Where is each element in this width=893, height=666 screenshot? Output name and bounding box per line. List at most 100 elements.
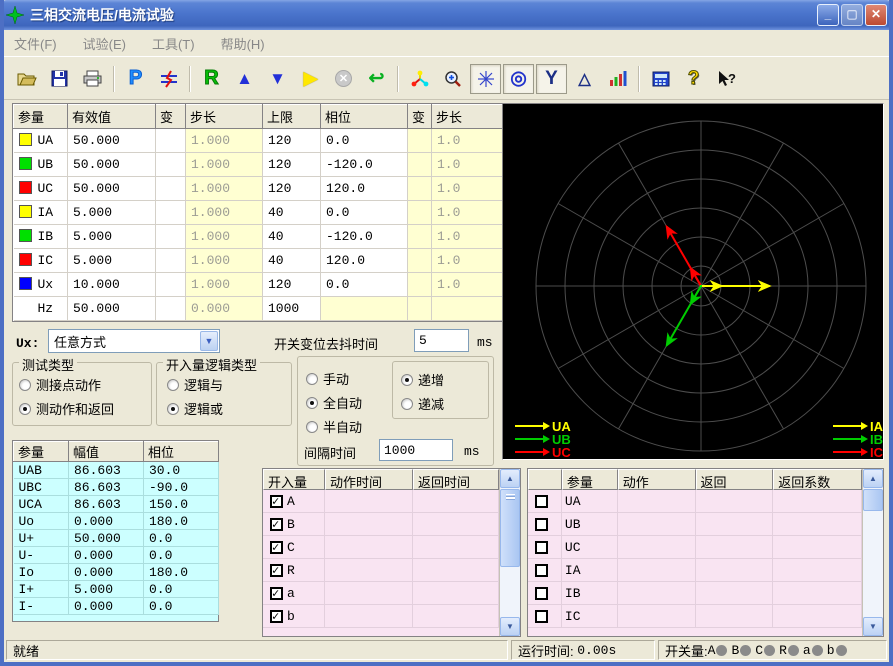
- table-row[interactable]: UC: [528, 536, 862, 559]
- var1-cell[interactable]: [156, 249, 186, 273]
- col-header-amp[interactable]: 幅值: [69, 442, 144, 462]
- checkbox[interactable]: [535, 541, 548, 554]
- scroll-down-icon[interactable]: ▼: [863, 617, 883, 636]
- scroll-up-icon[interactable]: ▲: [500, 469, 520, 488]
- checkbox[interactable]: [270, 587, 283, 600]
- radio-icon[interactable]: [401, 398, 413, 410]
- fault-simulation-button[interactable]: [153, 64, 184, 94]
- step1-cell[interactable]: 0.000: [186, 297, 263, 321]
- col-header-param[interactable]: 参量: [562, 469, 618, 490]
- var2-cell[interactable]: [408, 225, 432, 249]
- table-row[interactable]: B: [263, 513, 499, 536]
- var2-cell[interactable]: [408, 177, 432, 201]
- scrollbar[interactable]: ▲ ▼: [499, 469, 520, 636]
- step1-cell[interactable]: 1.000: [186, 273, 263, 297]
- limit-cell[interactable]: 40: [263, 249, 321, 273]
- scrollbar-thumb[interactable]: [863, 489, 883, 511]
- menu-help[interactable]: 帮助(H): [221, 34, 265, 53]
- checkbox[interactable]: [535, 495, 548, 508]
- radio-icon[interactable]: [19, 403, 31, 415]
- scrollbar-track[interactable]: [863, 512, 883, 617]
- radio-logic-and[interactable]: 逻辑与: [167, 375, 223, 394]
- menu-tools[interactable]: 工具(T): [152, 34, 195, 53]
- checkbox[interactable]: [535, 610, 548, 623]
- checkbox[interactable]: [535, 587, 548, 600]
- table-row[interactable]: b: [263, 605, 499, 628]
- stop-button[interactable]: ✕: [328, 64, 359, 94]
- col-header-var1[interactable]: 变: [156, 105, 186, 129]
- col-header-coef[interactable]: 返回系数: [773, 469, 862, 490]
- table-row[interactable]: IC: [528, 605, 862, 628]
- step1-cell[interactable]: 1.000: [186, 153, 263, 177]
- menu-file[interactable]: 文件(F): [14, 34, 57, 53]
- phase-p-button[interactable]: P: [120, 64, 151, 94]
- ux-mode-combobox[interactable]: 任意方式 ▼: [48, 329, 220, 353]
- phase-cell[interactable]: 0.0: [321, 201, 408, 225]
- radio-icon[interactable]: [306, 421, 318, 433]
- minimize-button[interactable]: _: [817, 4, 839, 26]
- var2-cell[interactable]: [408, 153, 432, 177]
- table-row[interactable]: UA: [528, 490, 862, 513]
- limit-cell[interactable]: 120: [263, 273, 321, 297]
- col-header-param[interactable]: 参量: [14, 105, 68, 129]
- scroll-down-icon[interactable]: ▼: [500, 617, 520, 636]
- print-button[interactable]: [77, 64, 108, 94]
- calculator-button[interactable]: [645, 64, 676, 94]
- rms-cell[interactable]: 5.000: [68, 249, 156, 273]
- harmonics-button[interactable]: [602, 64, 633, 94]
- checkbox[interactable]: [270, 541, 283, 554]
- radio-icon[interactable]: [167, 403, 179, 415]
- raise-button[interactable]: ▲: [229, 64, 260, 94]
- var2-cell[interactable]: [408, 273, 432, 297]
- step2-cell[interactable]: 1.0: [432, 249, 505, 273]
- interval-input[interactable]: [379, 439, 453, 461]
- col-header-check[interactable]: [528, 469, 562, 490]
- radio-contact-action[interactable]: 测接点动作: [19, 375, 101, 394]
- radio-decrement[interactable]: 递减: [401, 394, 444, 413]
- lower-button[interactable]: ▼: [262, 64, 293, 94]
- menu-test[interactable]: 试验(E): [83, 34, 126, 53]
- table-row[interactable]: IB: [528, 582, 862, 605]
- col-header-step1[interactable]: 步长: [186, 105, 263, 129]
- table-row[interactable]: R: [263, 559, 499, 582]
- radio-icon[interactable]: [167, 379, 179, 391]
- phase-cell[interactable]: [321, 297, 408, 321]
- limit-cell[interactable]: 120: [263, 153, 321, 177]
- wye-connection-button[interactable]: Y: [536, 64, 567, 94]
- phase-cell[interactable]: 0.0: [321, 129, 408, 153]
- reset-r-button[interactable]: R: [196, 64, 227, 94]
- var2-cell[interactable]: [408, 249, 432, 273]
- table-row[interactable]: IA: [528, 559, 862, 582]
- checkbox[interactable]: [535, 518, 548, 531]
- circles-view-button[interactable]: ◎: [503, 64, 534, 94]
- phase-cell[interactable]: 0.0: [321, 273, 408, 297]
- save-button[interactable]: [44, 64, 75, 94]
- scrollbar-track[interactable]: [500, 568, 520, 617]
- delta-connection-button[interactable]: △: [569, 64, 600, 94]
- phase-cell[interactable]: -120.0: [321, 225, 408, 249]
- chevron-down-icon[interactable]: ▼: [200, 331, 218, 351]
- maximize-button[interactable]: ▢: [841, 4, 863, 26]
- step2-cell[interactable]: [432, 297, 505, 321]
- radio-icon[interactable]: [401, 374, 413, 386]
- step1-cell[interactable]: 1.000: [186, 225, 263, 249]
- var1-cell[interactable]: [156, 153, 186, 177]
- table-row[interactable]: a: [263, 582, 499, 605]
- zoom-button[interactable]: [437, 64, 468, 94]
- table-row[interactable]: A: [263, 490, 499, 513]
- col-header-binary[interactable]: 开入量: [263, 469, 325, 490]
- checkbox[interactable]: [270, 610, 283, 623]
- col-header-ret[interactable]: 返回: [696, 469, 774, 490]
- rms-cell[interactable]: 50.000: [68, 297, 156, 321]
- limit-cell[interactable]: 40: [263, 225, 321, 249]
- limit-cell[interactable]: 120: [263, 129, 321, 153]
- col-header-step2[interactable]: 步长: [432, 105, 505, 129]
- step1-cell[interactable]: 1.000: [186, 129, 263, 153]
- var1-cell[interactable]: [156, 273, 186, 297]
- context-help-button[interactable]: ?: [711, 64, 742, 94]
- table-row[interactable]: UB: [528, 513, 862, 536]
- var2-cell[interactable]: [408, 201, 432, 225]
- rays-view-button[interactable]: [470, 64, 501, 94]
- phase-cell[interactable]: 120.0: [321, 177, 408, 201]
- step2-cell[interactable]: 1.0: [432, 201, 505, 225]
